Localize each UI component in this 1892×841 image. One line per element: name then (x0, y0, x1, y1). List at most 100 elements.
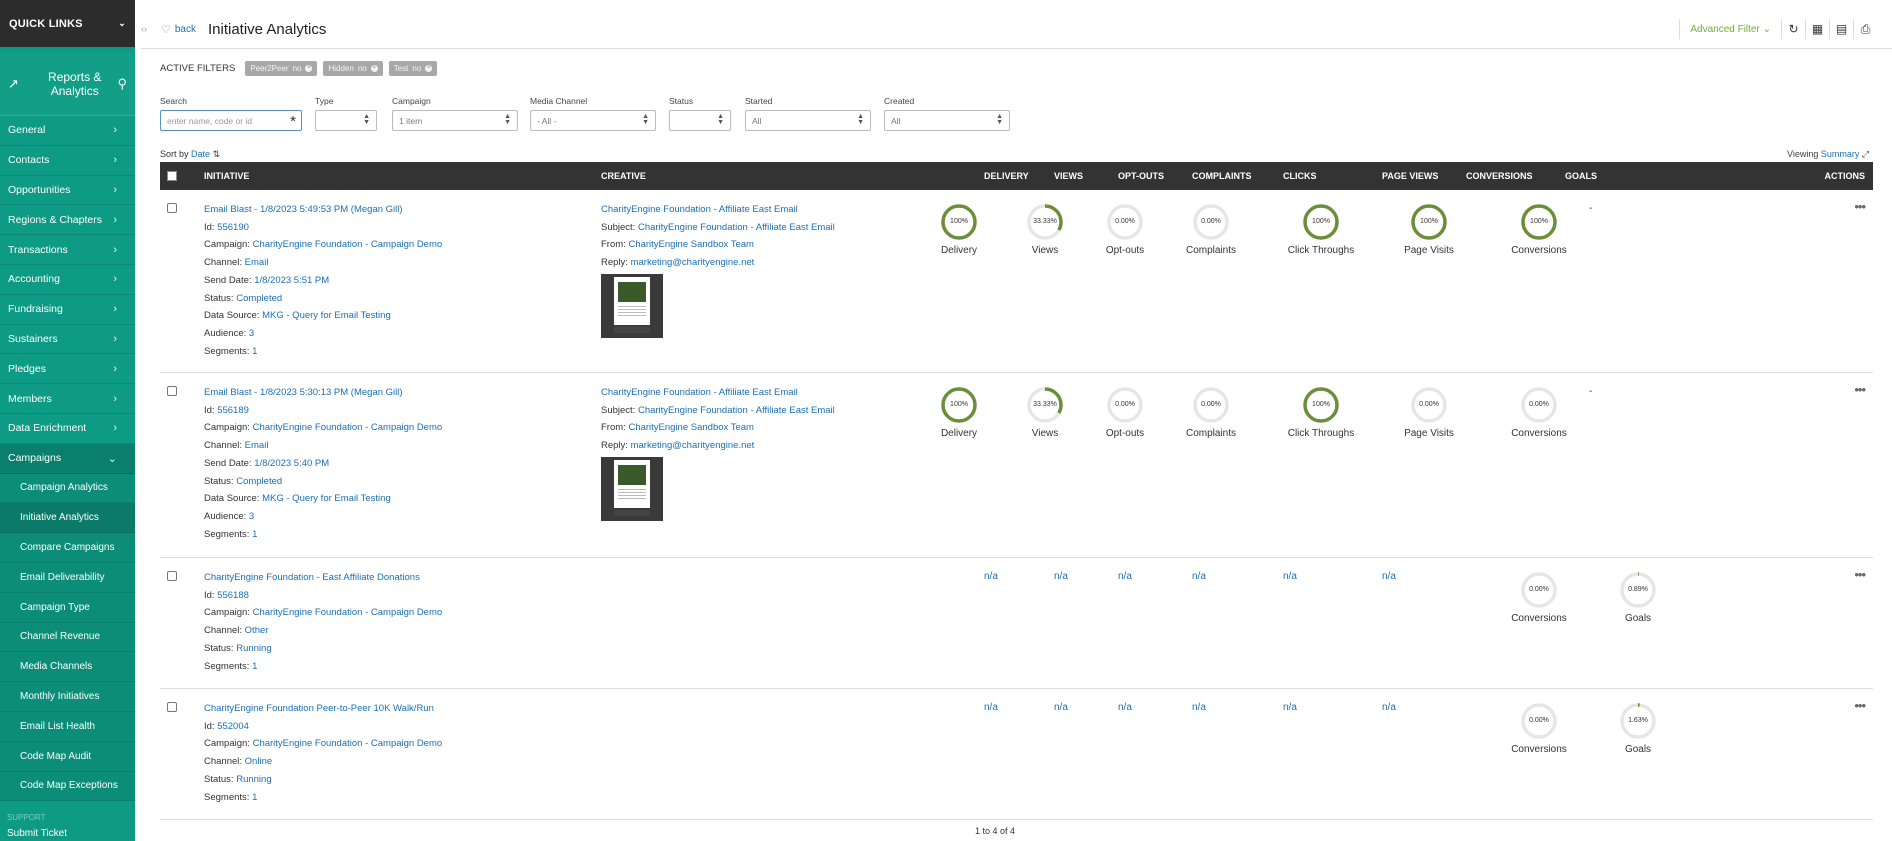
column-header-delivery[interactable]: DELIVERY (984, 171, 1029, 181)
reports-analytics-section[interactable]: ↗ Reports & Analytics ⚲ (0, 52, 135, 116)
field-value-name[interactable]: CharityEngine Foundation - East Affiliat… (204, 572, 420, 583)
sidebar-item-regions-chapters[interactable]: Regions & Chapters › (0, 205, 135, 236)
field-value-campaign[interactable]: CharityEngine Foundation - Campaign Demo (253, 607, 443, 618)
metric-views[interactable]: 33.33% Views (1010, 386, 1080, 439)
viewing-summary-link[interactable]: Summary (1821, 149, 1860, 159)
refresh-icon[interactable]: ↻ (1781, 19, 1805, 39)
creative-title[interactable]: CharityEngine Foundation - Affiliate Eas… (601, 204, 798, 215)
sidebar-subitem-email-deliverability[interactable]: Email Deliverability (0, 562, 135, 593)
expand-icon[interactable]: ⤢ (1862, 149, 1869, 159)
na-value[interactable]: n/a (1054, 571, 1068, 582)
na-value[interactable]: n/a (1054, 702, 1068, 713)
row-actions-menu-icon[interactable]: ••• (1854, 567, 1866, 582)
field-value-status[interactable]: Completed (236, 293, 282, 304)
field-value-audience[interactable]: 3 (249, 328, 254, 339)
sidebar-item-general[interactable]: General › (0, 116, 135, 146)
metric-click-throughs[interactable]: 100% Click Throughs (1286, 386, 1356, 439)
creative-subject-value[interactable]: CharityEngine Foundation - Affiliate Eas… (638, 405, 835, 416)
metric-opt-outs[interactable]: 0.00% Opt-outs (1090, 203, 1160, 256)
back-link[interactable]: back (175, 24, 196, 35)
field-value-campaign[interactable]: CharityEngine Foundation - Campaign Demo (253, 422, 443, 433)
metric-page-visits[interactable]: 0.00% Page Visits (1394, 386, 1464, 439)
column-header-views[interactable]: VIEWS (1054, 171, 1083, 181)
field-value-segments[interactable]: 1 (252, 529, 257, 540)
field-value-segments[interactable]: 1 (252, 346, 257, 357)
metric-complaints[interactable]: 0.00% Complaints (1176, 203, 1246, 256)
creative-reply-value[interactable]: marketing@charityengine.net (631, 440, 755, 451)
row-checkbox[interactable] (167, 386, 177, 396)
row-actions-menu-icon[interactable]: ••• (1854, 382, 1866, 397)
row-actions-menu-icon[interactable]: ••• (1854, 199, 1866, 214)
heart-icon[interactable]: ♡ (161, 23, 171, 36)
column-header-initiative[interactable]: INITIATIVE (204, 171, 249, 181)
filter-chip[interactable]: Peer2Peer no × (245, 61, 318, 76)
sidebar-item-accounting[interactable]: Accounting › (0, 265, 135, 295)
column-header-goals[interactable]: GOALS (1565, 171, 1597, 181)
sidebar-subitem-code-map-exceptions[interactable]: Code Map Exceptions (0, 771, 135, 802)
metric-goals[interactable]: 1.63% Goals (1603, 702, 1673, 755)
field-value-segments[interactable]: 1 (252, 792, 257, 803)
metric-goals[interactable]: 0.89% Goals (1603, 571, 1673, 624)
collapse-sidebar-icon[interactable]: ‹› (141, 24, 157, 34)
sidebar-item-contacts[interactable]: Contacts › (0, 146, 135, 176)
na-value[interactable]: n/a (1192, 571, 1206, 582)
sidebar-subitem-monthly-initiatives[interactable]: Monthly Initiatives (0, 682, 135, 712)
metric-page-visits[interactable]: 100% Page Visits (1394, 203, 1464, 256)
sidebar-subitem-channel-revenue[interactable]: Channel Revenue (0, 622, 135, 653)
field-value-campaign[interactable]: CharityEngine Foundation - Campaign Demo (253, 239, 443, 250)
sidebar-subitem-email-list-health[interactable]: Email List Health (0, 711, 135, 742)
field-value-status[interactable]: Completed (236, 476, 282, 487)
sidebar-item-sustainers[interactable]: Sustainers › (0, 325, 135, 355)
creative-reply-value[interactable]: marketing@charityengine.net (631, 257, 755, 268)
creative-from-value[interactable]: CharityEngine Sandbox Team (628, 422, 754, 433)
na-value[interactable]: n/a (1382, 571, 1396, 582)
chart-view-icon[interactable]: ▤ (1829, 19, 1853, 39)
metric-conversions[interactable]: 0.00% Conversions (1504, 702, 1574, 755)
created-select[interactable]: All ▲ ▼ (884, 110, 1010, 131)
sidebar-item-fundraising[interactable]: Fundraising › (0, 295, 135, 325)
sidebar-item-campaigns[interactable]: Campaigns ⌄ (0, 443, 135, 474)
na-value[interactable]: n/a (1192, 702, 1206, 713)
na-value[interactable]: n/a (1118, 571, 1132, 582)
sidebar-item-data-enrichment[interactable]: Data Enrichment › (0, 414, 135, 444)
search-icon[interactable]: ⚲ (117, 76, 127, 92)
row-checkbox[interactable] (167, 571, 177, 581)
creative-from-value[interactable]: CharityEngine Sandbox Team (628, 239, 754, 250)
select-all-checkbox[interactable] (167, 171, 177, 181)
column-header-clicks[interactable]: CLICKS (1283, 171, 1317, 181)
column-header-complaints[interactable]: COMPLAINTS (1192, 171, 1252, 181)
field-value-campaign[interactable]: CharityEngine Foundation - Campaign Demo (253, 738, 443, 749)
sidebar-item-transactions[interactable]: Transactions › (0, 235, 135, 265)
field-value-status[interactable]: Running (236, 774, 271, 785)
column-header-opt-outs[interactable]: OPT-OUTS (1118, 171, 1164, 181)
filter-chip[interactable]: Test no × (388, 61, 438, 76)
started-select[interactable]: All ▲ ▼ (745, 110, 871, 131)
quick-links-toggle[interactable]: QUICK LINKS ⌄ (0, 0, 135, 47)
metric-opt-outs[interactable]: 0.00% Opt-outs (1090, 386, 1160, 439)
creative-title[interactable]: CharityEngine Foundation - Affiliate Eas… (601, 387, 798, 398)
field-value-name[interactable]: Email Blast - 1/8/2023 5:30:13 PM (Megan… (204, 387, 403, 398)
metric-click-throughs[interactable]: 100% Click Throughs (1286, 203, 1356, 256)
na-value[interactable]: n/a (1283, 571, 1297, 582)
metric-conversions[interactable]: 0.00% Conversions (1504, 571, 1574, 624)
metric-complaints[interactable]: 0.00% Complaints (1176, 386, 1246, 439)
field-value-channel[interactable]: Email (245, 440, 269, 451)
na-value[interactable]: n/a (984, 702, 998, 713)
column-header-creative[interactable]: CREATIVE (601, 171, 646, 181)
sidebar-subitem-campaign-type[interactable]: Campaign Type (0, 592, 135, 623)
search-input[interactable]: enter name, code or id * (160, 110, 302, 131)
type-select[interactable]: ▲ ▼ (315, 110, 377, 131)
field-value-id[interactable]: 556190 (217, 222, 249, 233)
submit-ticket-link[interactable]: Submit Ticket (0, 826, 135, 841)
metric-views[interactable]: 33.33% Views (1010, 203, 1080, 256)
metric-delivery[interactable]: 100% Delivery (924, 203, 994, 256)
table-view-icon[interactable]: ▦ (1805, 19, 1829, 39)
column-header-page-views[interactable]: PAGE VIEWS (1382, 171, 1438, 181)
field-value-id[interactable]: 556189 (217, 405, 249, 416)
field-value-name[interactable]: Email Blast - 1/8/2023 5:49:53 PM (Megan… (204, 204, 403, 215)
na-value[interactable]: n/a (984, 571, 998, 582)
field-value-id[interactable]: 556188 (217, 590, 249, 601)
sidebar-subitem-initiative-analytics[interactable]: Initiative Analytics (0, 503, 135, 534)
field-value-channel[interactable]: Email (245, 257, 269, 268)
na-value[interactable]: n/a (1118, 702, 1132, 713)
